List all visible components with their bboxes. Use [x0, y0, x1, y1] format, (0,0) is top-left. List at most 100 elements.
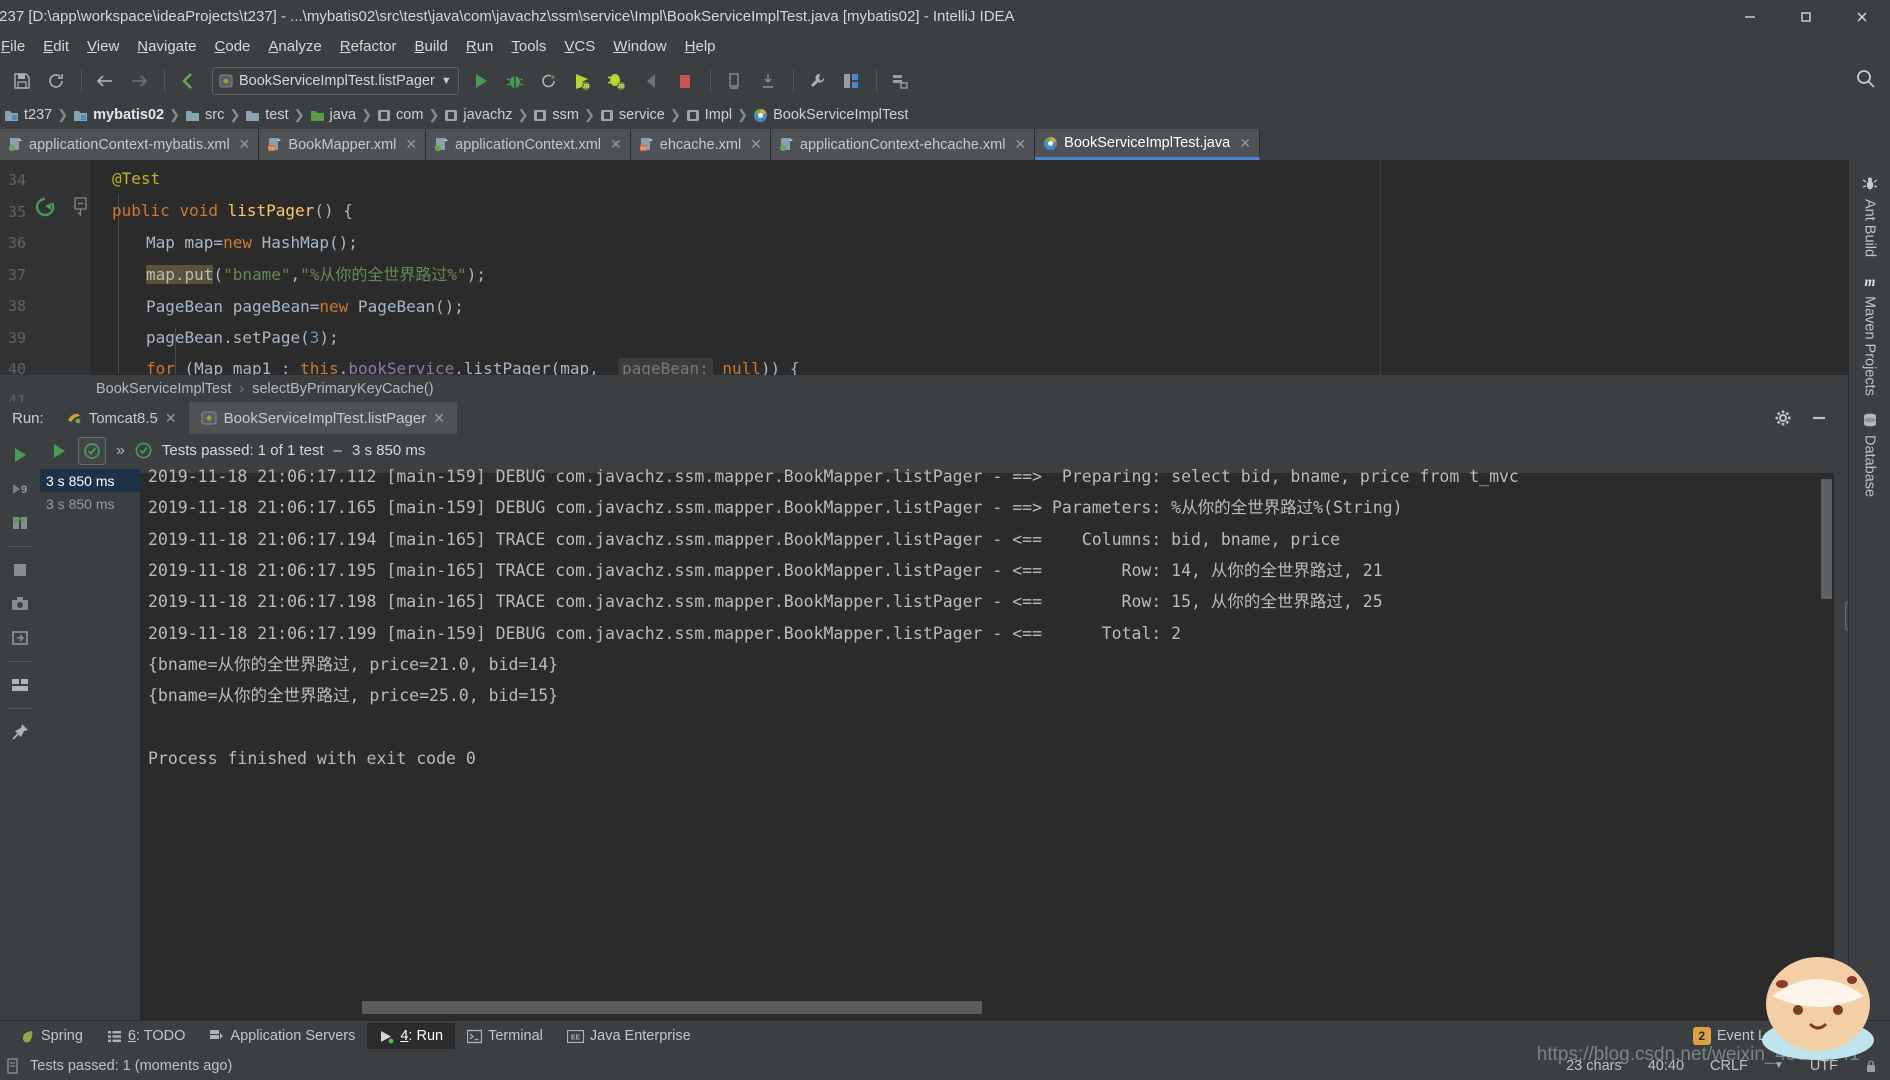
editor-tab-close-icon[interactable]: ✕: [239, 136, 251, 153]
stop-icon[interactable]: [5, 555, 35, 585]
layout-icon[interactable]: [5, 670, 35, 700]
breadcrumb-class[interactable]: BookServiceImplTest: [96, 381, 231, 397]
test-results-tree[interactable]: 3 s 850 ms 3 s 850 ms: [40, 467, 140, 1020]
minimize-icon[interactable]: [1810, 409, 1828, 427]
test-tree-row[interactable]: 3 s 850 ms: [40, 492, 140, 515]
breadcrumb-item-service[interactable]: service: [596, 103, 669, 127]
debug-button[interactable]: [499, 66, 531, 96]
run-tab-tomcat8-5[interactable]: Tomcat8.5 ✕: [54, 402, 189, 434]
code-text-area[interactable]: @Test public void listPager() { Map map=…: [90, 160, 1868, 375]
editor-tab-close-icon[interactable]: ✕: [750, 136, 762, 153]
rerun-icon[interactable]: [5, 440, 35, 470]
menu-item-analyze[interactable]: Analyze: [259, 33, 330, 61]
run-configuration-selector[interactable]: BookServiceImplTest.listPager ▼: [212, 67, 459, 95]
toggle-auto-test-icon[interactable]: [5, 508, 35, 538]
run-button[interactable]: [465, 66, 497, 96]
chevron-down-icon[interactable]: ▼: [441, 75, 452, 87]
run-with-coverage-button[interactable]: [533, 66, 565, 96]
screenshot-icon[interactable]: [5, 589, 35, 619]
editor-tab-close-icon[interactable]: ✕: [1014, 136, 1026, 153]
chevron-down-icon-encoding[interactable]: ▼: [1774, 1060, 1784, 1071]
close-button[interactable]: [1834, 0, 1890, 33]
tool-window-tab-ant-build[interactable]: Ant Build: [1862, 168, 1878, 265]
editor-tab-applicationcontext-xml[interactable]: applicationContext.xml ✕: [426, 129, 631, 160]
breadcrumb-item-com[interactable]: com: [373, 103, 427, 127]
run-test-gutter-icon[interactable]: [34, 196, 56, 218]
update-app-icon[interactable]: [718, 66, 750, 96]
jrebel-run-icon[interactable]: JR: [567, 66, 599, 96]
forward-icon[interactable]: [123, 66, 155, 96]
file-encoding[interactable]: UTF: [1810, 1058, 1838, 1074]
breadcrumb-item-ssm[interactable]: ssm: [529, 103, 583, 127]
breadcrumb-item-javachz[interactable]: javachz: [440, 103, 516, 127]
tool-window-button-4-run[interactable]: 4: Run: [367, 1023, 456, 1049]
test-tree-row[interactable]: 3 s 850 ms: [40, 469, 140, 492]
menu-item-run[interactable]: Run: [457, 33, 503, 61]
menu-item-build[interactable]: Build: [405, 33, 456, 61]
console-hscrollbar-thumb[interactable]: [362, 1001, 982, 1014]
tool-window-button-event-log[interactable]: 2 Event Log: [1681, 1023, 1794, 1049]
sync-icon[interactable]: [40, 66, 72, 96]
editor-tab-close-icon[interactable]: ✕: [405, 136, 417, 153]
settings-wrench-icon[interactable]: [801, 66, 833, 96]
menu-item-view[interactable]: View: [78, 33, 128, 61]
code-editor[interactable]: 34 35 36 37 38 39 40 41 @Test public void listP…: [0, 160, 1890, 410]
menu-item-code[interactable]: Code: [206, 33, 260, 61]
menu-item-help[interactable]: Help: [676, 33, 725, 61]
editor-tab-close-icon[interactable]: ✕: [1239, 135, 1251, 152]
breadcrumb-method[interactable]: selectByPrimaryKeyCache(): [252, 381, 433, 397]
breadcrumb-item-test[interactable]: test: [241, 103, 292, 127]
console-output[interactable]: 2019-11-18 21:06:17.112 [main-159] DEBUG…: [140, 467, 1834, 1020]
caret-position[interactable]: 40:40: [1648, 1058, 1684, 1074]
breadcrumb[interactable]: BookServiceImplTest › selectByPrimaryKey…: [0, 375, 1890, 402]
expand-chevrons[interactable]: »: [116, 442, 125, 460]
breadcrumb-item-impl[interactable]: Impl: [682, 103, 736, 127]
stop-button[interactable]: [669, 66, 701, 96]
tool-window-button-6-todo[interactable]: 6: TODO: [95, 1023, 198, 1049]
save-all-icon[interactable]: [6, 66, 38, 96]
breadcrumb-item-bookserviceimpltest[interactable]: BookServiceImplTest: [749, 103, 912, 127]
breadcrumb-item-java[interactable]: java: [306, 103, 361, 127]
line-separator[interactable]: CRLF: [1710, 1058, 1748, 1074]
menu-item-file[interactable]: File: [0, 33, 34, 61]
export-icon[interactable]: [5, 623, 35, 653]
rerun-play-icon[interactable]: [44, 442, 68, 460]
menu-item-refactor[interactable]: Refactor: [331, 33, 406, 61]
editor-tab-bookmapper-xml[interactable]: <> BookMapper.xml ✕: [259, 129, 427, 160]
jrebel-stop-icon[interactable]: [635, 66, 667, 96]
menu-item-tools[interactable]: Tools: [502, 33, 555, 61]
rerun-failed-icon[interactable]: 9: [5, 474, 35, 504]
status-message[interactable]: Tests passed: 1 (moments ago): [30, 1058, 232, 1074]
editor-tab-ehcache-xml[interactable]: <> ehcache.xml ✕: [630, 129, 771, 160]
tool-window-tab-maven-projects[interactable]: m Maven Projects: [1862, 265, 1878, 404]
database-toolbar-icon[interactable]: [884, 66, 916, 96]
editor-tab-bookserviceimpltest-java[interactable]: BookServiceImplTest.java ✕: [1035, 129, 1260, 160]
deploy-icon[interactable]: [752, 66, 784, 96]
tool-window-tab-database[interactable]: Database: [1862, 404, 1878, 505]
run-tab-bookserviceimpltest-listpager[interactable]: BookServiceImplTest.listPager ✕: [188, 402, 457, 434]
console-vscrollbar-thumb[interactable]: [1821, 479, 1832, 599]
run-tab-close-icon[interactable]: ✕: [165, 410, 177, 427]
editor-tab-applicationcontext-mybatis-xml[interactable]: applicationContext-mybatis.xml ✕: [0, 129, 260, 160]
menu-item-navigate[interactable]: Navigate: [128, 33, 205, 61]
breadcrumb-item-t237[interactable]: t237: [0, 103, 56, 127]
tool-window-button-application-servers[interactable]: Application Servers: [197, 1023, 367, 1049]
run-tab-close-icon[interactable]: ✕: [433, 410, 445, 427]
editor-gutter[interactable]: 34 35 36 37 38 39 40 41: [0, 160, 72, 410]
breadcrumb-item-mybatis02[interactable]: mybatis02: [69, 103, 168, 127]
breadcrumb-item-src[interactable]: src: [181, 103, 228, 127]
menu-item-window[interactable]: Window: [604, 33, 675, 61]
project-structure-icon[interactable]: [835, 66, 867, 96]
settings-gear-icon[interactable]: [1774, 409, 1792, 427]
tool-window-button-java-enterprise[interactable]: EE Java Enterprise: [555, 1023, 703, 1049]
test-status-toggle[interactable]: [78, 436, 106, 465]
pin-icon[interactable]: [5, 717, 35, 747]
editor-fold-column[interactable]: [72, 160, 90, 375]
maximize-button[interactable]: [1778, 0, 1834, 33]
tool-window-button-terminal[interactable]: Terminal: [455, 1023, 555, 1049]
menu-item-vcs[interactable]: VCS: [555, 33, 604, 61]
fold-minus-icon[interactable]: [73, 196, 88, 218]
lock-icon[interactable]: [1864, 1058, 1878, 1074]
undo-icon[interactable]: [172, 66, 204, 96]
menu-item-edit[interactable]: Edit: [34, 33, 78, 61]
